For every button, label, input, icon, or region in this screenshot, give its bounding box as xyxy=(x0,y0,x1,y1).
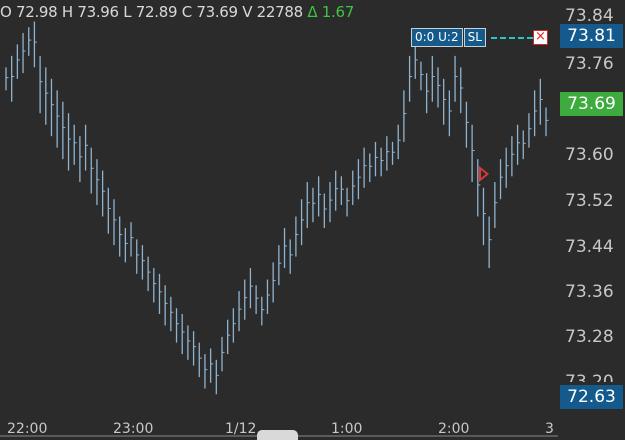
order-qty-label[interactable]: 0:0 U:2 xyxy=(411,28,463,47)
price-label: 73.84 xyxy=(565,6,614,26)
low-value: L 72.89 xyxy=(123,3,178,21)
stop-loss-line[interactable] xyxy=(491,37,533,39)
volume-value: V 22788 xyxy=(242,3,303,21)
change-value: Δ 1.67 xyxy=(307,3,355,21)
order-tag[interactable]: 0:0 U:2 SL xyxy=(411,28,487,47)
order-type-label[interactable]: SL xyxy=(463,28,486,47)
price-label: 73.28 xyxy=(565,327,614,347)
close-order-icon[interactable]: × xyxy=(533,30,548,45)
price-label: 73.44 xyxy=(565,237,614,257)
chart-scroll-handle[interactable] xyxy=(257,430,298,440)
trade-marker-icon xyxy=(479,166,489,182)
last-price-badge: 73.69 xyxy=(560,92,623,116)
high-value: H 73.96 xyxy=(61,3,119,21)
open-value: O 72.98 xyxy=(0,3,58,21)
price-label: 73.60 xyxy=(565,145,614,165)
ask-price-badge: 73.81 xyxy=(560,24,623,48)
bid-price-badge: 72.63 xyxy=(560,385,623,409)
close-value: C 73.69 xyxy=(181,3,238,21)
price-axis[interactable]: 73.84 73.81 73.76 73.69 73.60 73.52 73.4… xyxy=(558,0,625,418)
price-chart[interactable] xyxy=(0,0,558,418)
ohlc-readout: O 72.98 H 73.96 L 72.89 C 73.69 V 22788 … xyxy=(0,3,354,23)
price-label: 73.20 xyxy=(565,372,614,382)
ohlc-bars xyxy=(5,21,549,395)
price-label: 73.76 xyxy=(565,54,614,74)
price-label: 73.52 xyxy=(565,191,614,211)
price-label: 73.36 xyxy=(565,282,614,302)
